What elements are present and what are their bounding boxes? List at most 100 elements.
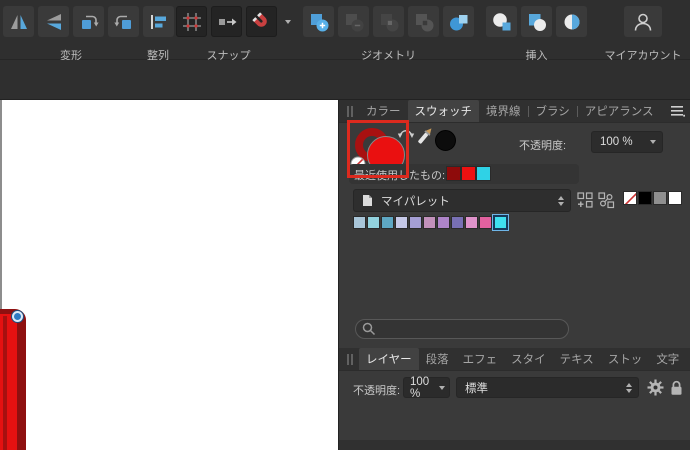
layers-tabbar: レイヤー 段落 エフェ スタイ テキス ストッ 文字 (339, 348, 690, 371)
tab-effects[interactable]: エフェ (456, 348, 505, 370)
palette-swatch[interactable] (395, 216, 408, 229)
eyedropper-icon[interactable] (414, 124, 436, 148)
gear-icon[interactable] (647, 379, 664, 396)
panel-drag-handle-icon[interactable] (339, 348, 359, 370)
swatch-opacity-select[interactable]: 100 % (591, 131, 663, 153)
layer-opacity-label: 不透明度: (353, 382, 400, 398)
no-color-diagonal-icon (624, 192, 637, 205)
geometry-intersect-icon (378, 11, 400, 33)
geometry-divide-button[interactable] (443, 6, 474, 37)
insert-inside-button[interactable] (556, 6, 587, 37)
palette-swatch[interactable] (437, 216, 450, 229)
rotate-ccw-button[interactable] (73, 6, 104, 37)
geometry-intersect-button[interactable] (373, 6, 404, 37)
tab-color[interactable]: カラー (359, 100, 408, 122)
palette-doc-icon (362, 194, 373, 207)
rotate-ccw-icon (78, 11, 100, 33)
palette-swatch-selected[interactable] (493, 215, 508, 230)
insert-behind-icon (491, 11, 513, 33)
palette-swatch[interactable] (367, 216, 380, 229)
quick-swatch-gray[interactable] (653, 191, 667, 205)
swatches-tabbar: カラー スウォッチ 境界線 ブラシ アピアランス (339, 100, 690, 123)
tab-stroke[interactable]: 境界線 (479, 100, 528, 122)
geometry-group: ジオメトリ (303, 6, 474, 37)
palette-swatch[interactable] (479, 216, 492, 229)
palette-swatch[interactable] (353, 216, 366, 229)
flip-vertical-button[interactable] (38, 6, 69, 37)
magnet-icon (251, 11, 273, 33)
insert-inside-icon (561, 11, 583, 33)
palette-swatch[interactable] (409, 216, 422, 229)
right-panel: カラー スウォッチ 境界線 ブラシ アピアランス 不透明度: 100 % 最近使… (338, 100, 690, 450)
quick-swatch-none[interactable] (623, 191, 637, 205)
align-group: 整列 (140, 6, 176, 37)
rotate-cw-icon (113, 11, 135, 33)
tab-swatches[interactable]: スウォッチ (408, 100, 480, 122)
palette-swatch[interactable] (423, 216, 436, 229)
chevron-down-icon (285, 20, 291, 24)
snap-move-button[interactable] (211, 6, 242, 37)
transform-group: 変形 (3, 6, 139, 37)
quick-swatch-white[interactable] (668, 191, 682, 205)
selection-handle[interactable] (12, 311, 23, 322)
align-button[interactable] (143, 6, 174, 37)
palette-swatch[interactable] (465, 216, 478, 229)
align-icon (147, 11, 169, 33)
panel-menu-button[interactable] (686, 348, 690, 370)
my-account-button[interactable] (624, 6, 662, 37)
eyedropper-color-well[interactable] (435, 130, 456, 151)
snap-grid-button[interactable] (176, 6, 207, 37)
quick-swatch-black[interactable] (638, 191, 652, 205)
geometry-xor-button[interactable] (408, 6, 439, 37)
recent-swatch[interactable] (461, 166, 476, 181)
chevron-down-icon (650, 140, 656, 144)
geometry-add-button[interactable] (303, 6, 334, 37)
swap-fill-stroke-icon[interactable] (397, 125, 415, 139)
insert-behind-button[interactable] (486, 6, 517, 37)
tab-text[interactable]: テキス (553, 348, 601, 370)
app-window: 変形 整列 スナップ (0, 0, 690, 450)
snap-move-icon (216, 11, 238, 33)
lock-icon[interactable] (670, 379, 683, 396)
swatch-opacity-value: 100 % (600, 136, 633, 148)
tab-paragraph[interactable]: 段落 (419, 348, 456, 370)
snap-dropdown-arrow[interactable] (281, 6, 295, 37)
canvas[interactable] (0, 100, 338, 450)
palette-swatch[interactable] (451, 216, 464, 229)
add-swatch-icon[interactable] (577, 192, 594, 209)
flip-horizontal-button[interactable] (3, 6, 34, 37)
recent-swatch[interactable] (446, 166, 461, 181)
link-swatch-icon[interactable] (598, 192, 615, 209)
snap-magnet-button[interactable] (246, 6, 277, 37)
tab-stock[interactable]: ストッ (601, 348, 650, 370)
insert-group: 挿入 (486, 6, 587, 37)
geometry-xor-icon (413, 11, 435, 33)
snap-grid-icon (181, 11, 203, 33)
canvas-shape-inner-stroke (3, 316, 7, 450)
snap-group: スナップ (176, 6, 295, 37)
layers-panel-footer (339, 440, 690, 450)
blend-mode-select[interactable]: 標準 (456, 377, 639, 398)
tab-appearance[interactable]: アピアランス (578, 100, 661, 122)
swatch-search-input[interactable] (355, 319, 569, 339)
hamburger-menu-icon (671, 105, 685, 117)
palette-select-value: マイパレット (381, 193, 450, 209)
tab-styles[interactable]: スタイ (504, 348, 553, 370)
layer-opacity-select[interactable]: 100 % (403, 377, 450, 398)
panel-menu-button[interactable] (665, 100, 690, 122)
account-group: マイアカウント (598, 6, 688, 37)
blend-mode-value: 標準 (465, 380, 488, 396)
palette-swatch[interactable] (381, 216, 394, 229)
insert-top-icon (526, 11, 548, 33)
recent-swatch[interactable] (476, 166, 491, 181)
tab-layers[interactable]: レイヤー (359, 348, 419, 370)
flip-vertical-icon (43, 11, 65, 33)
palette-select[interactable]: マイパレット (353, 189, 571, 212)
panel-drag-handle-icon[interactable] (339, 100, 359, 122)
insert-top-button[interactable] (521, 6, 552, 37)
geometry-subtract-button[interactable] (338, 6, 369, 37)
rotate-cw-button[interactable] (108, 6, 139, 37)
person-icon (632, 11, 654, 33)
tab-character[interactable]: 文字 (649, 348, 686, 370)
tab-brush[interactable]: ブラシ (529, 100, 577, 122)
